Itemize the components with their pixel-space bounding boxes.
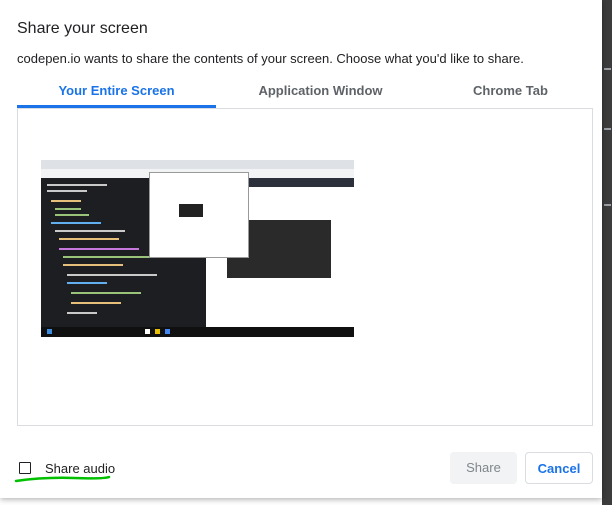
thumb-taskbar (41, 327, 354, 337)
tab-bar: Your Entire Screen Application Window Ch… (17, 80, 593, 109)
thumb-codepen-header (248, 178, 354, 187)
background-mark (604, 128, 611, 130)
tab-chrome-tab[interactable]: Chrome Tab (411, 80, 610, 106)
thumb-popup-preview (179, 204, 203, 217)
dialog-title: Share your screen (17, 20, 148, 37)
background-window-edge (602, 0, 612, 505)
tab-application-window[interactable]: Application Window (221, 80, 420, 106)
tab-entire-screen[interactable]: Your Entire Screen (17, 80, 216, 108)
screen-thumbnail[interactable] (41, 160, 354, 337)
share-button[interactable]: Share (450, 452, 517, 484)
dialog-subtitle: codepen.io wants to share the contents o… (17, 51, 524, 66)
background-mark (604, 204, 611, 206)
annotation-underline-icon (14, 475, 111, 483)
thumb-browser-tabs (41, 160, 354, 169)
share-screen-dialog: Share your screen codepen.io wants to sh… (0, 0, 602, 498)
background-mark (604, 68, 611, 70)
cancel-button[interactable]: Cancel (525, 452, 593, 484)
